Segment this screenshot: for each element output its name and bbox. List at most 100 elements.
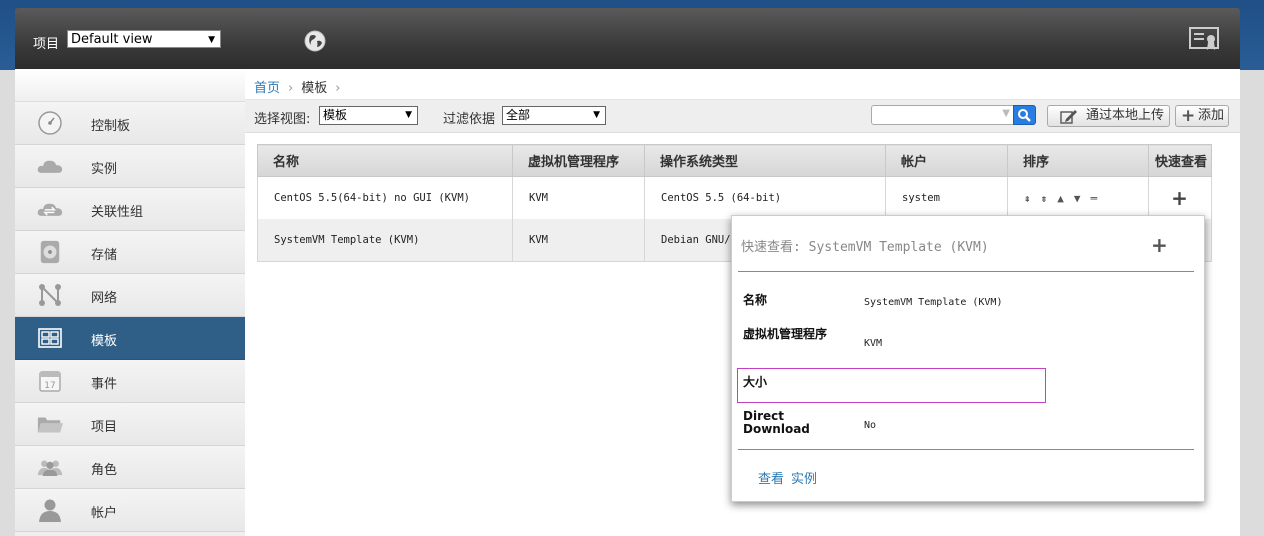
plus-icon: + [1181,106,1196,126]
cell-hypervisor: KVM [512,176,645,219]
sidebar-item-events[interactable]: 17 事件 [15,360,245,403]
field-value-hypervisor: KVM [864,338,883,349]
move-up-icon[interactable]: ▲ [1057,192,1064,205]
edit-upload-icon [1060,110,1077,124]
cell-account: system [885,176,1008,219]
field-label-name: 名称 [743,293,768,307]
sidebar-item-label: 控制板 [91,119,131,134]
column-header-account[interactable]: 帐户 [885,144,1008,177]
dashboard-icon [38,111,62,135]
breadcrumb-current[interactable]: 模板 [301,81,327,96]
breadcrumb: 首页 › 模板 › [254,77,348,96]
toolbar: 选择视图: 模板 ▼ 过滤依据 全部 ▼ ▼ 通过本地上传 + 添加 [245,99,1240,133]
view-select[interactable]: 模板 ▼ [319,106,418,125]
field-label-size: 大小 [743,375,768,389]
quickview-plus-icon[interactable]: + [1171,186,1188,210]
search-input[interactable]: ▼ [871,105,1015,125]
breadcrumb-home-link[interactable]: 首页 [254,81,280,96]
filter-select[interactable]: 全部 ▼ [502,106,606,125]
network-icon [39,284,61,306]
affinity-cloud-icon [37,203,63,216]
folder-icon [37,417,63,433]
sidebar: 控制板 实例 关联性组 存储 网络 模板 17 事件 项目 角色 帐户 [15,69,245,536]
breadcrumb-separator-icon: › [288,81,294,96]
sidebar-item-label: 关联性组 [91,205,144,220]
quickview-instances-link[interactable]: 实例 [791,468,817,487]
filter-label: 过滤依据 [443,112,496,127]
template-icon [38,328,62,348]
storage-disk-icon [40,240,60,264]
certificate-icon[interactable] [1189,26,1221,52]
move-down-icon[interactable]: ▼ [1074,192,1081,205]
breadcrumb-separator-icon: › [335,81,341,96]
sidebar-top-spacer [15,69,245,102]
sidebar-item-instances[interactable]: 实例 [15,145,245,188]
search-button[interactable] [1013,105,1036,125]
sidebar-item-label: 项目 [91,420,118,435]
sidebar-item-label: 存储 [91,248,118,263]
quickview-panel: 快速查看: SystemVM Template (KVM) + 名称 Syste… [731,215,1205,502]
globe-icon[interactable] [304,30,326,52]
user-icon [39,499,61,522]
search-icon [1018,109,1031,122]
table-header-row: 名称 虚拟机管理程序 操作系统类型 帐户 排序 快速查看 [257,144,1212,177]
drag-handle-icon[interactable]: ═ [1091,192,1098,205]
move-bottom-icon[interactable]: ⇟ [1041,192,1048,205]
sidebar-item-label: 角色 [91,463,118,478]
sidebar-item-label: 实例 [91,162,118,177]
project-select[interactable]: Default view ▼ [67,30,221,48]
sidebar-item-label: 模板 [91,334,118,349]
sidebar-item-roles[interactable]: 角色 [15,446,245,489]
sort-controls: ⇞ ⇟ ▲ ▼ ═ [1024,192,1147,205]
search-dropdown-icon[interactable]: ▼ [1002,108,1010,119]
sidebar-item-label: 网络 [91,291,118,306]
add-label: 添加 [1198,108,1225,123]
upload-local-button[interactable]: 通过本地上传 [1047,105,1170,127]
cell-name[interactable]: CentOS 5.5(64-bit) no GUI (KVM) [257,176,513,219]
upload-local-label: 通过本地上传 [1086,108,1165,123]
roles-icon [37,460,63,476]
cell-name[interactable]: SystemVM Template (KVM) [257,219,513,262]
cloud-icon [37,160,63,173]
filter-select-value: 全部 [506,108,531,122]
cell-os-type: CentOS 5.5 (64-bit) [644,176,886,219]
svg-text:17: 17 [44,381,55,391]
field-label-hypervisor: 虚拟机管理程序 [743,327,828,341]
sidebar-item-network[interactable]: 网络 [15,274,245,317]
sidebar-item-dashboard[interactable]: 控制板 [15,102,245,145]
view-label: 选择视图: [254,112,311,127]
chevron-down-icon: ▼ [405,110,412,120]
column-header-quickview: 快速查看 [1148,144,1212,177]
chevron-down-icon: ▼ [208,35,215,45]
sidebar-item-label: 帐户 [91,506,118,521]
sidebar-item-projects[interactable]: 项目 [15,403,245,446]
column-header-hypervisor[interactable]: 虚拟机管理程序 [512,144,645,177]
sidebar-item-accounts[interactable]: 帐户 [15,489,245,532]
sidebar-item-storage[interactable]: 存储 [15,231,245,274]
calendar-icon: 17 [39,371,61,392]
column-header-os-type[interactable]: 操作系统类型 [644,144,886,177]
project-select-value: Default view [71,32,153,47]
cell-hypervisor: KVM [512,219,645,262]
top-header: 项目 Default view ▼ [15,8,1240,69]
add-template-button[interactable]: + 添加 [1175,105,1229,127]
column-header-name[interactable]: 名称 [257,144,513,177]
sidebar-item-affinity-groups[interactable]: 关联性组 [15,188,245,231]
divider [738,271,1194,272]
chevron-down-icon: ▼ [593,110,600,120]
move-top-icon[interactable]: ⇞ [1024,192,1031,205]
sidebar-item-templates[interactable]: 模板 [15,317,245,360]
field-value-name: SystemVM Template (KVM) [864,297,1003,308]
cell-order: ⇞ ⇟ ▲ ▼ ═ [1007,176,1149,219]
column-header-order: 排序 [1007,144,1149,177]
field-label-direct-download: Direct Download [743,409,810,436]
view-select-value: 模板 [323,108,348,122]
field-value-direct-download: No [864,420,877,431]
divider [738,449,1194,450]
quickview-actions-plus-icon[interactable]: + [1151,233,1168,257]
table-row[interactable]: CentOS 5.5(64-bit) no GUI (KVM) KVM Cent… [257,176,1212,219]
quickview-title: 快速查看: SystemVM Template (KVM) [741,240,989,255]
sidebar-item-label: 事件 [91,377,118,392]
project-label: 项目 [33,37,60,52]
quickview-view-link[interactable]: 查看 [758,468,784,487]
